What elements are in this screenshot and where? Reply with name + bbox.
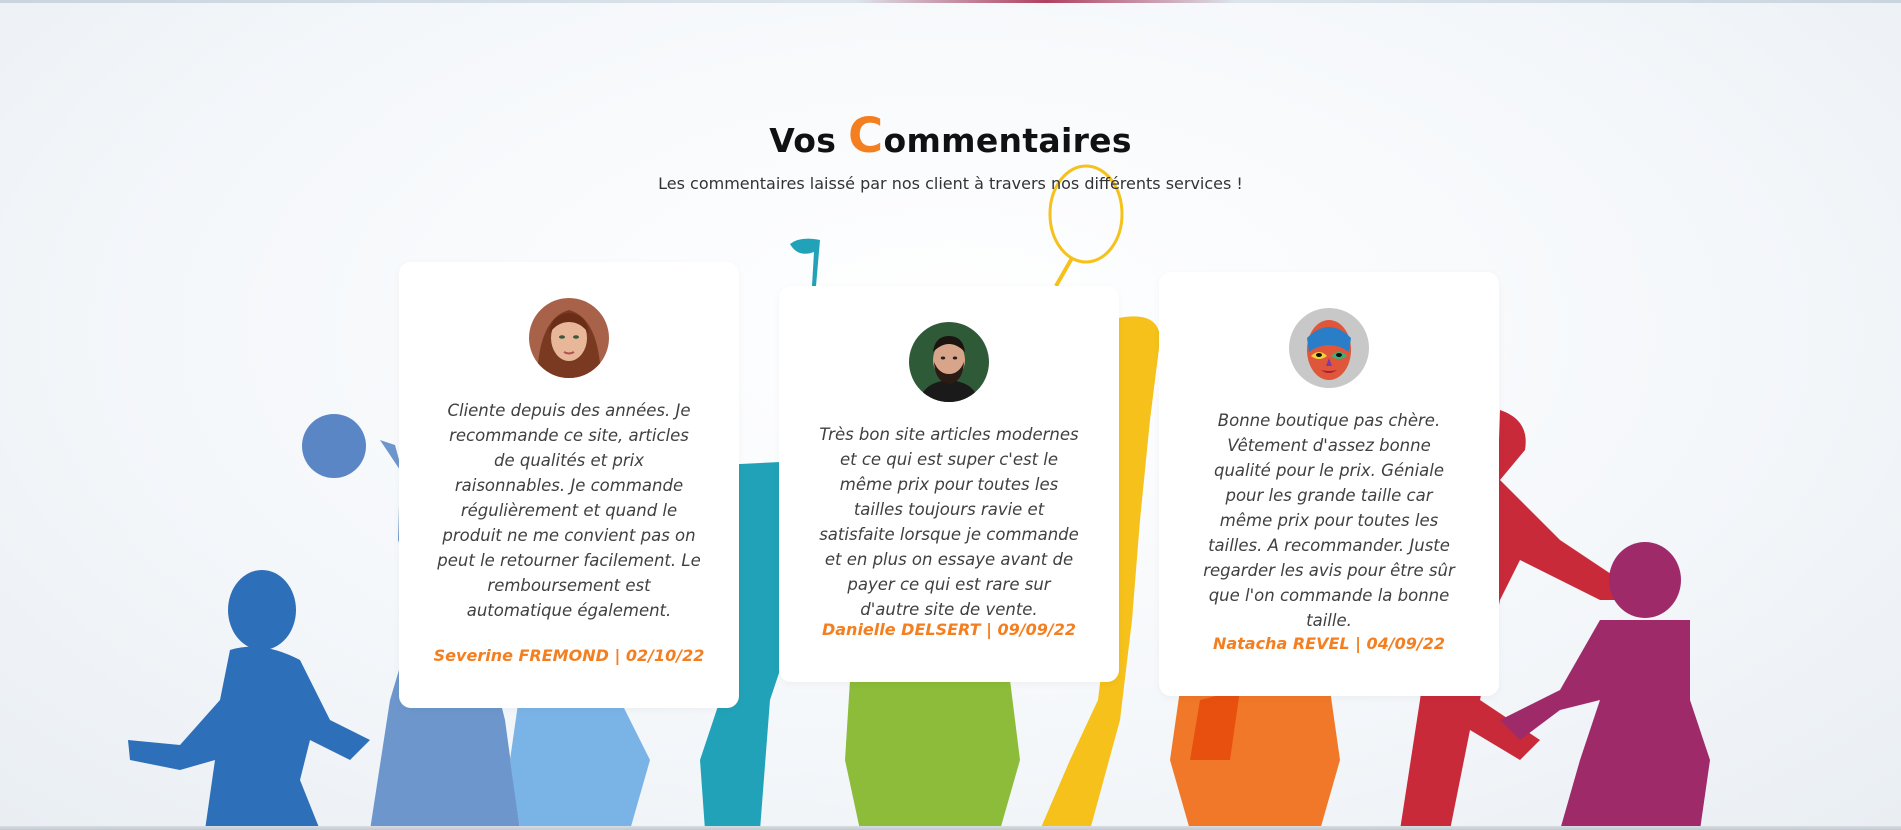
player-silhouette-blue [128,570,370,830]
testimonial-card: Bonne boutique pas chère. Vêtement d'ass… [1159,272,1499,696]
woman-portrait-icon [529,298,609,378]
testimonial-comment: Cliente depuis des années. Je recommande… [437,401,701,620]
section-subtitle: Les commentaires laissé par nos client à… [658,174,1243,193]
testimonial-card: Très bon site articles modernes et ce qu… [779,286,1119,682]
testimonial-comment: Très bon site articles modernes et ce qu… [819,425,1079,619]
section-title: Vos Commentaires [0,108,1901,164]
bearded-man-portrait-icon [909,322,989,402]
testimonial-author: Natacha REVEL | 04/09/22 [1212,634,1446,653]
testimonial-author: Danielle DELSERT | 09/09/22 [821,620,1077,639]
section-title-accent-letter: C [847,108,884,164]
testimonials-section: Vos Commentaires Les commentaires laissé… [0,0,1901,830]
player-silhouette-sky [510,690,650,830]
testimonial-comment: Bonne boutique pas chère. Vêtement d'ass… [1203,411,1455,630]
ball-silhouette [302,414,366,478]
section-title-first: Vos [769,121,837,160]
section-title-rest: ommentaires [883,121,1132,160]
testimonial-author: Severine FREMOND | 02/10/22 [433,646,705,665]
bottom-divider [0,826,1901,830]
player-silhouette-green [845,680,1020,830]
testimonial-card: Cliente depuis des années. Je recommande… [399,262,739,708]
painted-face-portrait-icon [1289,308,1369,388]
